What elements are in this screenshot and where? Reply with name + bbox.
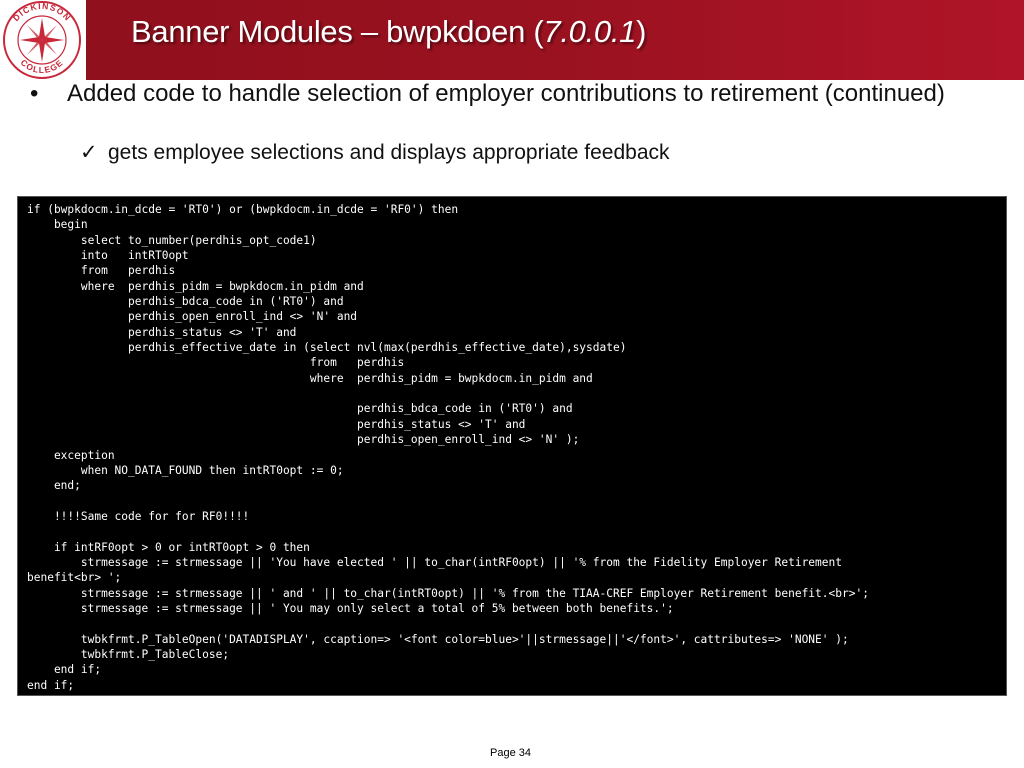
code-line: perdhis_open_enroll_ind <> 'N' and bbox=[27, 310, 358, 324]
code-line: strmessage := strmessage || ' You may on… bbox=[27, 601, 674, 615]
bullet-1-text: Added code to handle selection of employ… bbox=[67, 80, 945, 107]
code-line: perdhis_open_enroll_ind <> 'N' ); bbox=[27, 433, 580, 447]
code-listing: if (bwpkdocm.in_dcde = 'RT0') or (bwpkdo… bbox=[17, 196, 1007, 696]
code-line: benefit<br> '; bbox=[27, 571, 122, 585]
code-line: where perdhis_pidm = bwpkdocm.in_pidm an… bbox=[27, 279, 364, 293]
compass-rose-seal-icon: DICKINSON COLLEGE bbox=[3, 1, 81, 79]
slide-title-main: Banner Modules – bwpkdoen ( bbox=[131, 14, 544, 49]
bullet-2-text: gets employee selections and displays ap… bbox=[108, 141, 670, 164]
code-line: where perdhis_pidm = bwpkdocm.in_pidm an… bbox=[27, 371, 593, 385]
code-line: end; bbox=[27, 479, 81, 493]
slide-title: Banner Modules – bwpkdoen (7.0.0.1) bbox=[131, 14, 646, 50]
code-line: perdhis_status <> 'T' and bbox=[27, 417, 526, 431]
college-seal-logo: DICKINSON COLLEGE bbox=[0, 0, 86, 80]
code-line: !!!!Same code for for RF0!!!! bbox=[27, 509, 250, 523]
code-line: from perdhis bbox=[27, 264, 176, 278]
code-line: if intRF0opt > 0 or intRT0opt > 0 then bbox=[27, 540, 310, 554]
code-line: begin bbox=[27, 218, 88, 232]
bullet-point-level-1: • Added code to handle selection of empl… bbox=[30, 79, 990, 108]
code-line: strmessage := strmessage || 'You have el… bbox=[27, 555, 842, 569]
code-line: end if; bbox=[27, 663, 102, 677]
slide-title-version: 7.0.0.1 bbox=[543, 14, 637, 49]
code-line: from perdhis bbox=[27, 356, 405, 370]
code-line: perdhis_bdca_code in ('RT0') and bbox=[27, 402, 573, 416]
code-line: twbkfrmt.P_TableOpen('DATADISPLAY', ccap… bbox=[27, 632, 849, 646]
page-number: Page 34 bbox=[490, 747, 531, 759]
code-line: perdhis_bdca_code in ('RT0') and bbox=[27, 295, 344, 309]
code-line: when NO_DATA_FOUND then intRT0opt := 0; bbox=[27, 463, 344, 477]
code-line: perdhis_effective_date in (select nvl(ma… bbox=[27, 341, 627, 355]
code-line: strmessage := strmessage || ' and ' || t… bbox=[27, 586, 869, 600]
code-text: if (bwpkdocm.in_dcde = 'RT0') or (bwpkdo… bbox=[27, 202, 998, 693]
bullet-point-level-2: ✓ gets employee selections and displays a… bbox=[80, 140, 670, 166]
code-line: twbkfrmt.P_TableClose; bbox=[27, 647, 230, 661]
slide-title-close: ) bbox=[636, 14, 647, 49]
bullet-dot-icon: • bbox=[30, 80, 39, 107]
code-line: end if; bbox=[27, 678, 75, 692]
code-line: perdhis_status <> 'T' and bbox=[27, 325, 297, 339]
code-line: select to_number(perdhis_opt_code1) bbox=[27, 233, 317, 247]
code-line: exception bbox=[27, 448, 115, 462]
checkmark-icon: ✓ bbox=[80, 141, 98, 164]
slide-header: DICKINSON COLLEGE Banner Modules – bwpkd… bbox=[0, 0, 1024, 80]
code-line: if (bwpkdocm.in_dcde = 'RT0') or (bwpkdo… bbox=[27, 203, 459, 216]
code-line: into intRT0opt bbox=[27, 249, 189, 263]
